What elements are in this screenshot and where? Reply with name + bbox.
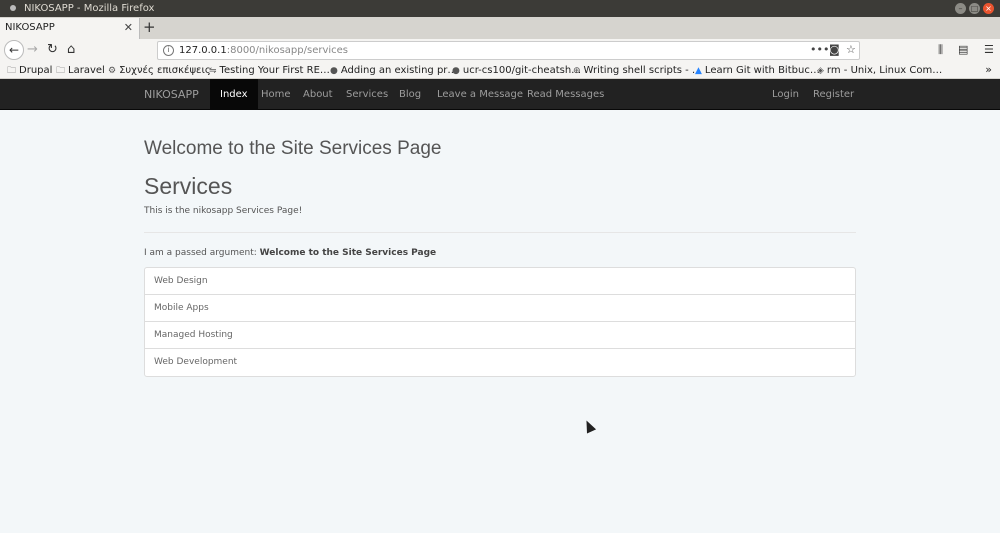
diamond-icon: ◈	[817, 66, 824, 76]
maximize-icon[interactable]: □	[969, 3, 980, 14]
nav-register[interactable]: Register	[803, 79, 864, 110]
nav-login[interactable]: Login	[762, 79, 809, 110]
page-actions-icon[interactable]: •••	[810, 43, 829, 56]
folder-icon: 🗀	[7, 66, 17, 76]
page-title: Services	[144, 173, 233, 199]
passed-argument-label: I am a passed argument:	[144, 248, 257, 258]
bookmarks-bar: 🗀 Drupal 🗀 Laravel ⚙ Συχνές επισκέψεις ⇋ Tes…	[0, 62, 1000, 79]
window-close-icon[interactable]: ×	[983, 3, 994, 14]
github-icon: ●	[330, 66, 338, 76]
forward-icon[interactable]: →	[27, 42, 38, 58]
browser-tab[interactable]: NIKOSAPP ✕	[0, 18, 140, 39]
list-item: Managed Hosting	[145, 322, 855, 349]
welcome-heading: Welcome to the Site Services Page	[144, 138, 442, 159]
link-icon: ⇋	[209, 66, 217, 76]
list-item: Web Development	[154, 357, 238, 367]
list-item: Web Design	[145, 268, 855, 295]
mouse-cursor-icon	[581, 418, 597, 434]
folder-icon: 🗀	[56, 66, 66, 76]
minimize-icon[interactable]: –	[955, 3, 966, 14]
tab-strip: NIKOSAPP ✕ +	[0, 17, 1000, 39]
bookmark-git-cheatsheet[interactable]: ● ucr-cs100/git-cheatsh…	[452, 64, 581, 78]
url-bar[interactable]: i 127.0.0.1:8000/nikosapp/services ••• ◙…	[157, 41, 860, 60]
site-brand[interactable]: NIKOSAPP	[144, 88, 199, 101]
reload-icon[interactable]: ↻	[47, 42, 58, 58]
browser-toolbar: ← → ↻ ⌂ i 127.0.0.1:8000/nikosapp/servic…	[0, 39, 1000, 62]
bookmark-drupal[interactable]: 🗀 Drupal	[7, 64, 52, 78]
passed-argument-value: Welcome to the Site Services Page	[259, 248, 437, 258]
passed-argument: I am a passed argument: Welcome to the S…	[144, 248, 436, 258]
window-title: NIKOSAPP - Mozilla Firefox	[24, 3, 155, 14]
services-list: Web Design Mobile Apps Managed Hosting W…	[144, 267, 856, 377]
bookmark-frequent[interactable]: ⚙ Συχνές επισκέψεις	[108, 64, 211, 78]
app-icon	[10, 5, 16, 11]
tab-title: NIKOSAPP	[5, 22, 55, 33]
pocket-icon[interactable]: ◙	[829, 43, 840, 56]
menu-icon[interactable]: ☰	[984, 43, 994, 56]
site-navbar: NIKOSAPP Index Home About Services Blog …	[0, 79, 1000, 110]
home-icon[interactable]: ⌂	[67, 42, 75, 58]
bookmark-testing[interactable]: ⇋ Testing Your First RE…	[209, 64, 330, 78]
site-info-icon[interactable]: i	[163, 45, 174, 56]
bookmark-shell-scripts[interactable]: ⊕ Writing shell scripts - …	[573, 64, 702, 78]
back-icon[interactable]: ←	[4, 40, 24, 60]
divider	[144, 232, 856, 233]
gear-icon: ⚙	[108, 66, 117, 76]
nav-blog[interactable]: Blog	[389, 79, 431, 110]
page-intro: This is the nikosapp Services Page!	[144, 206, 303, 216]
url-text[interactable]: 127.0.0.1:8000/nikosapp/services	[179, 45, 348, 56]
window-titlebar: NIKOSAPP - Mozilla Firefox – □ ×	[0, 0, 1000, 17]
nav-read-messages[interactable]: Read Messages	[517, 79, 614, 110]
sidebar-icon[interactable]: ▤	[958, 43, 968, 56]
list-item: Mobile Apps	[145, 295, 855, 322]
new-tab-icon[interactable]: +	[143, 18, 156, 37]
bitbucket-icon: ▲	[695, 66, 702, 76]
bookmark-bitbucket[interactable]: ▲ Learn Git with Bitbuc…	[695, 64, 820, 78]
bookmark-adding[interactable]: ● Adding an existing pr…	[330, 64, 457, 78]
bookmark-star-icon[interactable]: ☆	[846, 43, 856, 56]
bookmark-rm[interactable]: ◈ rm - Unix, Linux Com…	[817, 64, 942, 78]
tab-close-icon[interactable]: ✕	[124, 21, 133, 34]
globe-icon: ⊕	[573, 66, 581, 76]
chevron-right-icon[interactable]: »	[985, 63, 992, 76]
bookmark-laravel[interactable]: 🗀 Laravel	[56, 64, 105, 78]
github-icon: ●	[452, 66, 460, 76]
library-icon[interactable]: ⫼	[938, 43, 943, 57]
